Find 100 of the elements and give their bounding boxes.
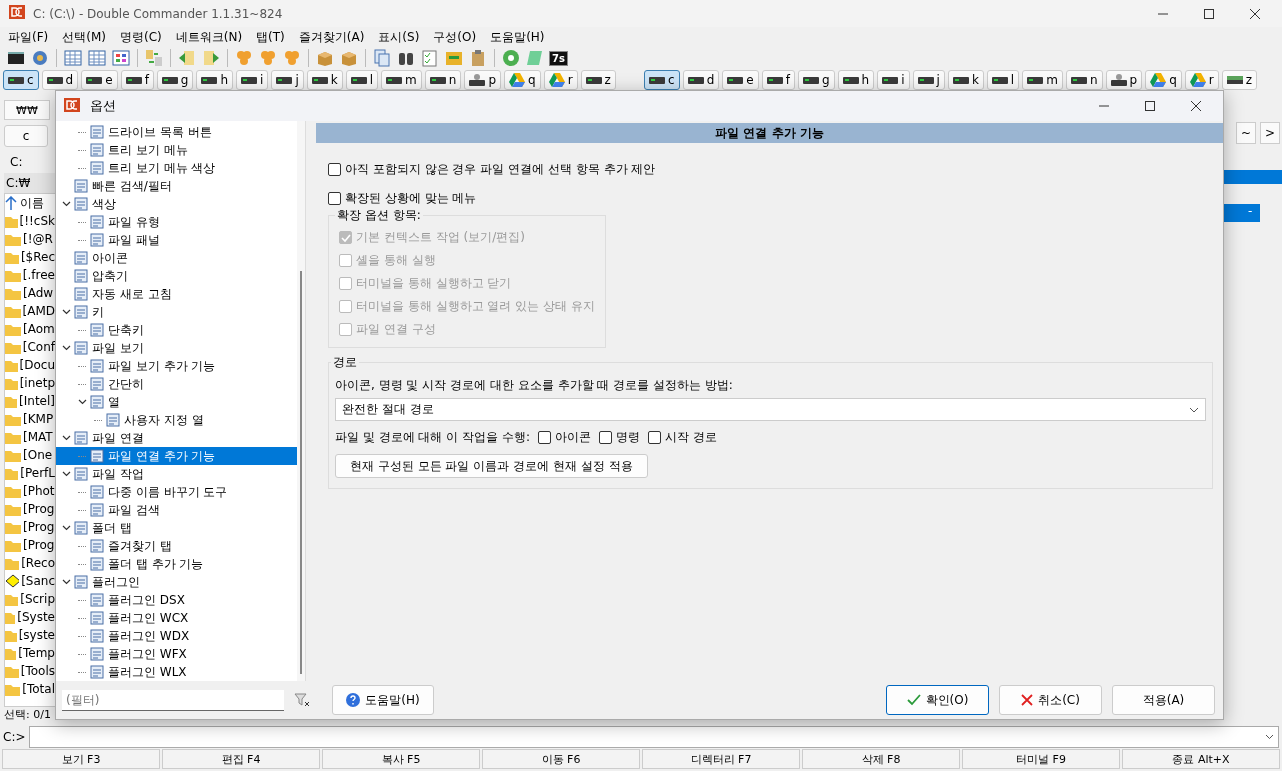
- tree-item[interactable]: 폴더 탭 추가 기능: [56, 555, 297, 573]
- tree-item[interactable]: 폴더 탭: [56, 519, 297, 537]
- drive-button[interactable]: l: [345, 70, 379, 90]
- drive-tab[interactable]: c: [4, 125, 48, 147]
- checkbox[interactable]: 시작 경로: [647, 429, 717, 446]
- drive-button[interactable]: n: [1065, 70, 1103, 90]
- file-row[interactable]: [Intel]: [5, 392, 55, 410]
- tree-item[interactable]: 파일 연결: [56, 429, 297, 447]
- file-row[interactable]: [Tools: [5, 662, 55, 680]
- grid-icon[interactable]: [63, 48, 83, 68]
- tree-item[interactable]: 플러그인 WFX: [56, 645, 297, 663]
- file-row[interactable]: [Conf: [5, 338, 55, 356]
- menu-item[interactable]: 명령(C): [120, 28, 162, 46]
- maximize-icon[interactable]: [1145, 101, 1155, 111]
- checkbox[interactable]: 아직 포함되지 않은 경우 파일 연결에 선택 항목 추가 제안: [328, 161, 656, 178]
- checkbox[interactable]: 명령: [598, 429, 640, 446]
- filter-clear-icon[interactable]: [294, 692, 310, 708]
- close-icon[interactable]: [1191, 101, 1201, 111]
- tree-item[interactable]: 사용자 지정 열: [56, 411, 297, 429]
- tree-item[interactable]: 파일 검색: [56, 501, 297, 519]
- drive-button[interactable]: g: [156, 70, 194, 90]
- file-row[interactable]: [Phot: [5, 482, 55, 500]
- apply-button[interactable]: 적용(A): [1112, 685, 1215, 715]
- chevron-icon[interactable]: [61, 579, 71, 585]
- path-mode-dropdown[interactable]: 완전한 절대 경로: [335, 398, 1206, 421]
- scrollbar[interactable]: [297, 121, 305, 681]
- file-row[interactable]: [Adw: [5, 284, 55, 302]
- chevron-icon[interactable]: [61, 435, 71, 441]
- file-row[interactable]: [$Rec: [5, 248, 55, 266]
- tree-item[interactable]: 빠른 검색/필터: [56, 177, 297, 195]
- chevron-icon[interactable]: [61, 525, 71, 531]
- cancel-button[interactable]: 취소(C): [999, 685, 1102, 715]
- tree-item[interactable]: 아이콘: [56, 249, 297, 267]
- file-row[interactable]: [AMD: [5, 302, 55, 320]
- function-key-button[interactable]: 삭제 F8: [802, 749, 960, 769]
- drive-button[interactable]: q: [1145, 70, 1182, 90]
- drive-button[interactable]: e: [81, 70, 118, 90]
- drive-button[interactable]: i: [236, 70, 269, 90]
- file-row[interactable]: [Aom: [5, 320, 55, 338]
- drive-button[interactable]: p: [464, 70, 501, 90]
- drive-button[interactable]: h: [196, 70, 234, 90]
- file-row[interactable]: [!@R: [5, 230, 55, 248]
- checkbox-box[interactable]: [537, 431, 551, 444]
- tree-item[interactable]: 키: [56, 303, 297, 321]
- file-row[interactable]: [inetp: [5, 374, 55, 392]
- drive-button[interactable]: f: [120, 70, 154, 90]
- menu-item[interactable]: 도움말(H): [490, 28, 545, 46]
- drive-button[interactable]: d: [682, 70, 720, 90]
- ok-button[interactable]: 확인(O): [886, 685, 989, 715]
- tree-item[interactable]: 파일 유형: [56, 213, 297, 231]
- drive-button[interactable]: z: [580, 70, 616, 90]
- tree-item[interactable]: 드라이브 목록 버튼: [56, 123, 297, 141]
- file-row[interactable]: [KMP: [5, 410, 55, 428]
- function-key-button[interactable]: 이동 F6: [482, 749, 640, 769]
- file-row[interactable]: [One: [5, 446, 55, 464]
- nav-button[interactable]: ~: [1236, 122, 1256, 144]
- file-row[interactable]: [.free: [5, 266, 55, 284]
- file-row[interactable]: [Prog: [5, 500, 55, 518]
- checkbox[interactable]: 아이콘: [537, 429, 591, 446]
- drive-button[interactable]: c: [3, 70, 39, 90]
- swap-icon[interactable]: [144, 48, 164, 68]
- tree-item[interactable]: 플러그인 WDX: [56, 627, 297, 645]
- selected-row[interactable]: -: [1222, 204, 1260, 222]
- drive-button[interactable]: n: [424, 70, 462, 90]
- apply-settings-button[interactable]: 현재 구성된 모든 파일 이름과 경로에 현재 설정 적용: [335, 454, 648, 478]
- function-key-button[interactable]: 터미널 F9: [962, 749, 1120, 769]
- file-row[interactable]: [Temp: [5, 644, 55, 662]
- drive-button[interactable]: j: [912, 70, 945, 90]
- drive-button[interactable]: k: [947, 70, 984, 90]
- function-key-button[interactable]: 복사 F5: [322, 749, 480, 769]
- drive-button[interactable]: i: [877, 70, 910, 90]
- tree-item[interactable]: 압축기: [56, 267, 297, 285]
- checkbox-box[interactable]: [328, 163, 341, 176]
- drive-button[interactable]: l: [986, 70, 1020, 90]
- menu-item[interactable]: 즐겨찾기(A): [298, 28, 365, 46]
- drive-button[interactable]: c: [644, 70, 680, 90]
- function-key-button[interactable]: 디렉터리 F7: [642, 749, 800, 769]
- file-row[interactable]: [Reco: [5, 554, 55, 572]
- arrow-right-icon[interactable]: [201, 48, 221, 68]
- tree-item[interactable]: 파일 보기 추가 기능: [56, 357, 297, 375]
- column-header[interactable]: 이름: [5, 194, 55, 212]
- file-row[interactable]: [Total: [5, 680, 55, 698]
- tree-item[interactable]: 트리 보기 메뉴 색상: [56, 159, 297, 177]
- drive-button[interactable]: e: [722, 70, 759, 90]
- checklist-icon[interactable]: [420, 48, 440, 68]
- help-button[interactable]: 도움말(H): [332, 685, 434, 715]
- chevron-icon[interactable]: [77, 399, 87, 405]
- drive-button[interactable]: p: [1105, 70, 1143, 90]
- file-row[interactable]: [MAT: [5, 428, 55, 446]
- tree-item[interactable]: 간단히: [56, 375, 297, 393]
- gear-icon[interactable]: [30, 48, 50, 68]
- drive-button[interactable]: d: [41, 70, 79, 90]
- function-key-button[interactable]: 보기 F3: [2, 749, 160, 769]
- drive-button[interactable]: r: [1184, 70, 1219, 90]
- menu-item[interactable]: 표시(S): [378, 28, 420, 46]
- checkbox-box[interactable]: [328, 192, 341, 205]
- close-icon[interactable]: [1250, 8, 1260, 19]
- chevron-icon[interactable]: [61, 201, 71, 207]
- tree-item[interactable]: 파일 보기: [56, 339, 297, 357]
- circle-icon[interactable]: [501, 48, 521, 68]
